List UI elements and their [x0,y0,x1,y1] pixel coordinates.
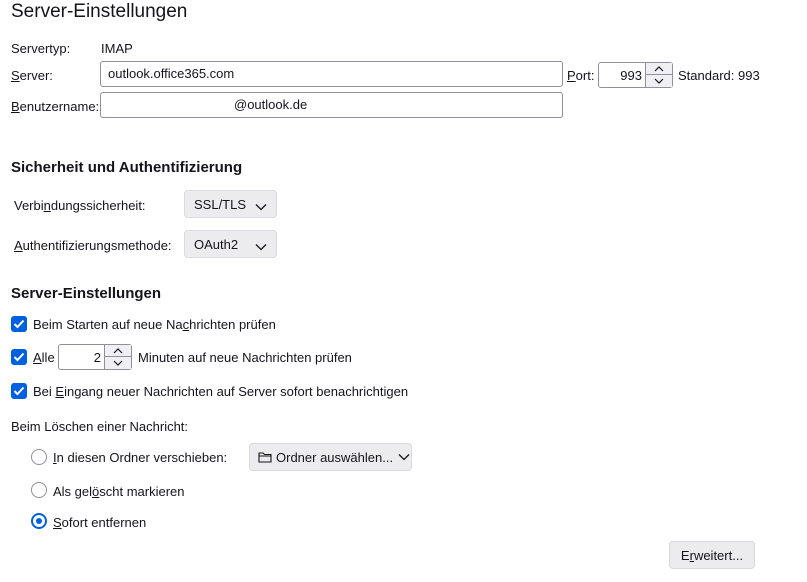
remove-immediately-label[interactable]: Sofort entfernen [53,515,146,530]
notify-pre: Bei [33,384,56,399]
advanced-pre: E [680,547,690,563]
notify-new-mail-label[interactable]: Bei Eingang neuer Nachrichten auf Server… [33,384,408,399]
server-hostname-value: outlook.office365.com [108,66,235,81]
delete-message-label: Beim Löschen einer Nachricht: [11,419,189,434]
check-start-pre: Beim Starten auf neue Na [33,317,183,332]
chevron-down-icon [398,453,410,461]
server-settings-heading: Server-Einstellungen [11,285,162,302]
notify-post: ingang neuer Nachrichten auf Server sofo… [64,384,409,399]
auth-method-label: Authentifizierungsmethode: [14,238,172,253]
connection-label-pre: Verbi [14,198,44,213]
username-label-text: enutzername: [19,99,100,114]
server-hostname-input[interactable]: outlook.office365.com [100,61,563,87]
check-interval-spinner[interactable]: 2 [58,344,132,370]
port-label: Port: [567,68,594,83]
check-at-start-checkbox[interactable] [11,316,27,332]
move-to-folder-radio[interactable] [31,449,47,465]
spin-up-icon[interactable] [646,63,672,75]
checkmark-icon [13,352,25,362]
check-at-start-label[interactable]: Beim Starten auf neue Nachrichten prüfen [33,317,276,332]
notify-accesskey: E [55,384,65,399]
check-start-post: hrichten prüfen [189,317,276,332]
notify-new-mail-checkbox[interactable] [11,383,27,399]
check-every-checkbox[interactable] [11,349,27,365]
check-every-text: lle [41,350,55,365]
chevron-down-icon [255,199,267,214]
remove-immediately-radio[interactable] [31,513,47,529]
mark-post: scht markieren [99,484,185,499]
remove-text: ofort entfernen [61,515,147,530]
server-type-label: Servertyp: [11,41,71,56]
connection-security-dropdown[interactable]: SSL/TLS [184,190,277,218]
security-heading: Sicherheit und Authentifizierung [11,159,243,176]
connection-security-value: SSL/TLS [194,196,247,212]
server-label-text: erver: [19,68,53,83]
choose-folder-label: Ordner auswählen... [276,449,394,465]
checkmark-icon [13,386,25,396]
server-label: Server: [11,68,53,83]
page-title: Server-Einstellungen [11,1,188,22]
mark-pre: Als gel [53,484,93,499]
auth-label-accesskey: A [14,238,23,253]
chevron-down-icon [255,239,267,254]
spin-down-icon[interactable] [646,75,672,87]
checkmark-icon [13,319,25,329]
interval-spin-buttons[interactable] [104,345,131,369]
port-standard-label: Standard: 993 [678,68,760,83]
move-text: n diesen Ordner verschieben: [56,450,228,465]
connection-label-accesskey: n [43,198,51,213]
port-label-accesskey: P [567,68,576,83]
auth-method-dropdown[interactable]: OAuth2 [184,230,277,258]
username-input[interactable]: @outlook.de [100,92,563,118]
port-spinner[interactable]: 993 [598,62,673,88]
server-type-value: IMAP [101,41,133,56]
spin-up-icon[interactable] [105,345,131,357]
spin-down-icon[interactable] [105,357,131,369]
connection-label-post: dungssicherheit: [50,198,146,213]
username-label-accesskey: B [11,99,20,114]
advanced-post: weitert... [693,547,744,563]
choose-folder-button[interactable]: Ordner auswählen... [249,443,412,471]
folder-icon [258,451,272,463]
auth-method-value: OAuth2 [194,236,239,252]
check-every-suffix: Minuten auf neue Nachrichten prüfen [138,350,352,365]
move-to-folder-label[interactable]: In diesen Ordner verschieben: [53,450,227,465]
server-label-accesskey: S [11,68,20,83]
username-value: @outlook.de [234,97,308,112]
port-spin-buttons[interactable] [645,63,672,87]
port-label-text: ort: [575,68,595,83]
remove-accesskey: S [53,515,62,530]
check-interval-value: 2 [93,350,101,365]
advanced-button[interactable]: Er weitert... [669,541,755,569]
mark-deleted-radio[interactable] [31,482,47,498]
mark-deleted-label[interactable]: Als gelöscht markieren [53,484,185,499]
port-value: 993 [620,68,642,83]
connection-security-label: Verbindungssicherheit: [14,198,146,213]
auth-label-text: uthentifizierungsmethode: [22,238,172,253]
username-label: Benutzername: [11,99,99,114]
check-every-accesskey: A [33,350,42,365]
check-every-label[interactable]: Alle [33,350,55,365]
